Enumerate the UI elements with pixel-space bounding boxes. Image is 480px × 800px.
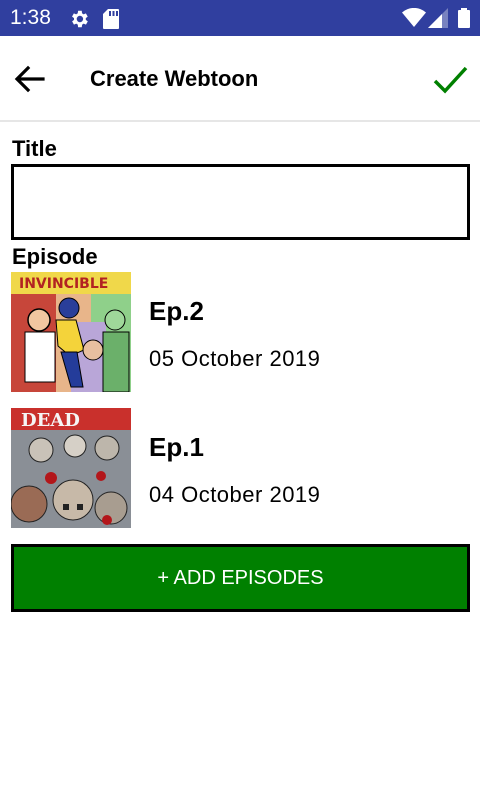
comic-cover-thumbnail: DEAD xyxy=(11,408,131,528)
back-arrow-icon[interactable] xyxy=(12,62,46,96)
sd-card-icon xyxy=(103,9,119,29)
signal-icon xyxy=(428,8,448,28)
svg-text:INVINCIBLE: INVINCIBLE xyxy=(19,276,108,292)
comic-cover-thumbnail: INVINCIBLE xyxy=(11,272,131,392)
gear-icon xyxy=(72,10,88,28)
episode-name: Ep.2 xyxy=(149,296,204,326)
episode-item-ep1[interactable]: DEAD Ep.1 04 October 2019 xyxy=(11,408,471,528)
wifi-icon xyxy=(402,8,426,27)
confirm-check-icon[interactable] xyxy=(430,60,470,100)
status-bar: 1:38 xyxy=(0,0,480,36)
episode-date: 05 October 2019 xyxy=(149,346,321,371)
battery-icon xyxy=(458,8,470,28)
episode-date: 04 October 2019 xyxy=(149,482,321,507)
status-time: 1:38 xyxy=(10,6,51,29)
page-title: Create Webtoon xyxy=(90,66,259,91)
svg-text:DEAD: DEAD xyxy=(21,410,80,431)
episode-item-ep2[interactable]: INVINCIBLE Ep.2 05 October 2019 xyxy=(11,272,471,392)
title-input[interactable] xyxy=(11,164,470,240)
app-bar: Create Webtoon xyxy=(0,36,480,122)
episode-name: Ep.1 xyxy=(149,432,204,462)
add-episodes-button[interactable]: + ADD EPISODES xyxy=(11,544,470,612)
title-label: Title xyxy=(12,136,57,161)
episode-label: Episode xyxy=(12,244,98,269)
